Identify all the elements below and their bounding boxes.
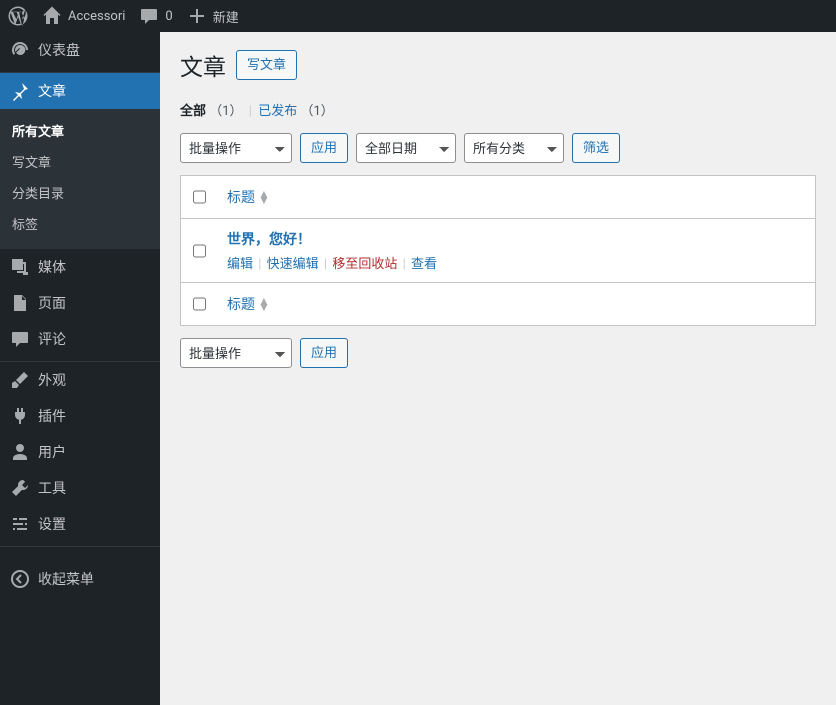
comment-icon bbox=[139, 6, 159, 26]
new-content-link[interactable]: 新建 bbox=[187, 6, 239, 26]
tablenav-top: 批量操作 应用 全部日期 所有分类 筛选 bbox=[180, 133, 816, 163]
comment-icon bbox=[10, 329, 30, 349]
new-label: 新建 bbox=[213, 7, 239, 26]
submenu-categories[interactable]: 分类目录 bbox=[0, 177, 160, 208]
menu-media[interactable]: 媒体 bbox=[0, 249, 160, 285]
home-icon bbox=[42, 6, 62, 26]
menu-separator bbox=[0, 542, 160, 547]
wordpress-logo-icon bbox=[8, 6, 28, 26]
menu-settings[interactable]: 设置 bbox=[0, 506, 160, 542]
tablenav-bottom: 批量操作 应用 bbox=[180, 338, 816, 368]
menu-label: 外观 bbox=[38, 370, 66, 390]
menu-label: 页面 bbox=[38, 293, 66, 313]
pin-icon bbox=[10, 81, 30, 101]
menu-label: 文章 bbox=[38, 81, 66, 101]
menu-label: 工具 bbox=[38, 478, 66, 498]
site-home-link[interactable]: Accessori bbox=[42, 6, 125, 26]
menu-appearance[interactable]: 外观 bbox=[0, 362, 160, 398]
admin-sidebar: 仪表盘 文章 所有文章 写文章 分类目录 标签 媒体 页面 bbox=[0, 32, 160, 705]
menu-label: 评论 bbox=[38, 329, 66, 349]
post-title-link[interactable]: 世界，您好！ bbox=[227, 232, 311, 248]
user-icon bbox=[10, 442, 30, 462]
menu-comments[interactable]: 评论 bbox=[0, 321, 160, 357]
row-actions: 编辑 | 快速编辑 | 移至回收站 | 查看 bbox=[227, 253, 805, 272]
column-title-header: 标题 ▲▼ bbox=[217, 177, 815, 217]
sort-by-title[interactable]: 标题 ▲▼ bbox=[227, 187, 270, 207]
brush-icon bbox=[10, 370, 30, 390]
collapse-arrow-icon bbox=[10, 569, 30, 589]
menu-label: 收起菜单 bbox=[38, 569, 94, 589]
menu-label: 媒体 bbox=[38, 257, 66, 277]
apply-bulk-top-button[interactable]: 应用 bbox=[300, 133, 348, 163]
site-name: Accessori bbox=[68, 9, 125, 24]
comments-count: 0 bbox=[165, 9, 172, 24]
submenu-posts: 所有文章 写文章 分类目录 标签 bbox=[0, 109, 160, 249]
menu-plugins[interactable]: 插件 bbox=[0, 398, 160, 434]
table-header-row: 标题 ▲▼ bbox=[181, 176, 815, 219]
filter-all[interactable]: 全部 bbox=[180, 104, 206, 119]
sort-indicator-icon: ▲▼ bbox=[258, 191, 270, 203]
filter-button[interactable]: 筛选 bbox=[572, 133, 620, 163]
page-title: 文章 bbox=[180, 48, 226, 82]
content-area: 文章 写文章 全部 （1） | 已发布 （1） 批量操作 应用 全部日期 所有 bbox=[160, 32, 836, 705]
menu-tools[interactable]: 工具 bbox=[0, 470, 160, 506]
bulk-action-select-bottom[interactable]: 批量操作 bbox=[180, 338, 292, 368]
menu-collapse[interactable]: 收起菜单 bbox=[0, 561, 160, 597]
menu-label: 用户 bbox=[38, 442, 66, 462]
select-all-checkbox[interactable] bbox=[193, 189, 206, 205]
wp-logo-menu[interactable] bbox=[8, 6, 28, 26]
plus-icon bbox=[187, 6, 207, 26]
bulk-action-select-top[interactable]: 批量操作 bbox=[180, 133, 292, 163]
select-all-header bbox=[181, 176, 217, 218]
dashboard-icon bbox=[10, 40, 30, 60]
submenu-tags[interactable]: 标签 bbox=[0, 208, 160, 239]
admin-top-bar: Accessori 0 新建 bbox=[0, 0, 836, 32]
post-status-filters: 全部 （1） | 已发布 （1） bbox=[180, 100, 816, 119]
wrench-icon bbox=[10, 478, 30, 498]
sliders-icon bbox=[10, 514, 30, 534]
menu-users[interactable]: 用户 bbox=[0, 434, 160, 470]
menu-label: 仪表盘 bbox=[38, 40, 80, 60]
filter-all-count: （1） bbox=[209, 104, 242, 119]
category-filter-select[interactable]: 所有分类 bbox=[464, 133, 564, 163]
view-link[interactable]: 查看 bbox=[411, 257, 437, 272]
posts-table: 标题 ▲▼ 世界，您好！ 编辑 | 快速编辑 bbox=[180, 175, 816, 326]
table-footer-row: 标题 ▲▼ bbox=[181, 283, 815, 325]
media-icon bbox=[10, 257, 30, 277]
filter-published-count: （1） bbox=[300, 104, 333, 119]
date-filter-select[interactable]: 全部日期 bbox=[356, 133, 456, 163]
page-icon bbox=[10, 293, 30, 313]
menu-label: 插件 bbox=[38, 406, 66, 426]
submenu-all-posts[interactable]: 所有文章 bbox=[0, 115, 160, 146]
page-heading: 文章 写文章 bbox=[180, 48, 816, 82]
row-select-checkbox[interactable] bbox=[193, 243, 206, 259]
menu-posts[interactable]: 文章 bbox=[0, 73, 160, 109]
apply-bulk-bottom-button[interactable]: 应用 bbox=[300, 338, 348, 368]
edit-link[interactable]: 编辑 bbox=[227, 257, 253, 272]
menu-label: 设置 bbox=[38, 514, 66, 534]
select-all-footer bbox=[181, 283, 217, 325]
trash-link[interactable]: 移至回收站 bbox=[332, 257, 397, 272]
column-title-footer: 标题 ▲▼ bbox=[217, 284, 815, 324]
quick-edit-link[interactable]: 快速编辑 bbox=[267, 257, 319, 272]
sort-by-title-footer[interactable]: 标题 ▲▼ bbox=[227, 294, 270, 314]
sort-indicator-icon: ▲▼ bbox=[258, 298, 270, 310]
submenu-new-post[interactable]: 写文章 bbox=[0, 146, 160, 177]
post-title-cell: 世界，您好！ 编辑 | 快速编辑 | 移至回收站 | 查看 bbox=[217, 219, 815, 282]
comments-link[interactable]: 0 bbox=[139, 6, 172, 26]
table-row: 世界，您好！ 编辑 | 快速编辑 | 移至回收站 | 查看 bbox=[181, 219, 815, 283]
row-select-cell bbox=[181, 230, 217, 272]
menu-pages[interactable]: 页面 bbox=[0, 285, 160, 321]
plug-icon bbox=[10, 406, 30, 426]
filter-published[interactable]: 已发布 bbox=[258, 104, 297, 119]
menu-dashboard[interactable]: 仪表盘 bbox=[0, 32, 160, 68]
add-new-post-button[interactable]: 写文章 bbox=[236, 50, 297, 80]
select-all-checkbox-footer[interactable] bbox=[193, 296, 206, 312]
